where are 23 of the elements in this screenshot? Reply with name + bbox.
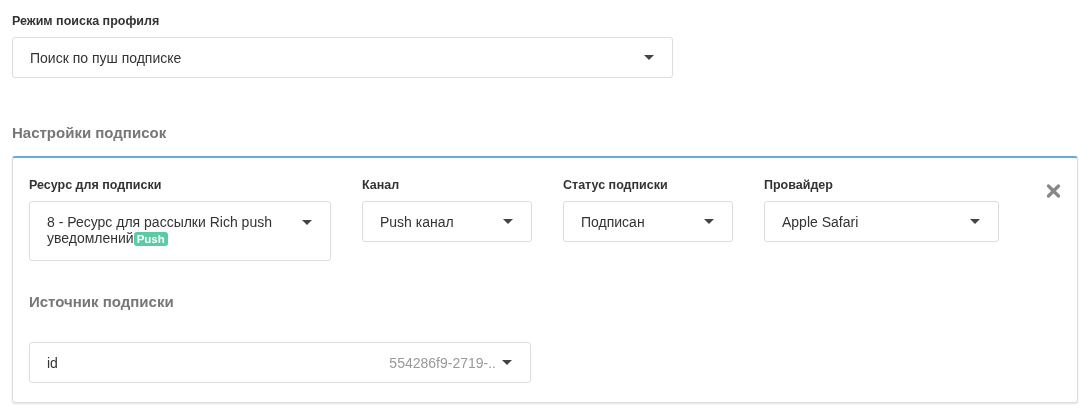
caret-icon [704,219,714,224]
dropdown[interactable]: Подписан [563,201,733,242]
field-label: Статус подписки [563,178,669,192]
caret-icon [302,220,312,225]
source-select[interactable]: id 554286f9-2719-.. [29,342,531,383]
source-value: 554286f9-2719-.. [389,354,496,371]
search-mode-select[interactable]: Поиск по пуш подписке [12,37,673,78]
dropdown[interactable]: 8 - Ресурс для рассылки Rich push уведомлений Push [29,201,331,261]
dropdown[interactable]: Apple Safari [764,201,999,242]
caret-icon [970,219,980,224]
dropdown[interactable]: Push канал [362,201,532,242]
caret-icon [503,219,513,224]
section-heading: Источник подписки [29,293,175,310]
close-icon[interactable] [1046,182,1061,200]
field-label: Режим поиска профиля [12,14,161,28]
field-label: Канал [362,178,401,192]
caret-icon [502,360,512,365]
field-label: Провайдер [764,178,834,192]
field-label: Ресурс для подписки [29,178,163,192]
push-badge: Push [133,232,168,246]
section-heading: Настройки подписок [12,124,168,141]
source-key: id [47,354,384,371]
caret-icon [644,55,654,60]
